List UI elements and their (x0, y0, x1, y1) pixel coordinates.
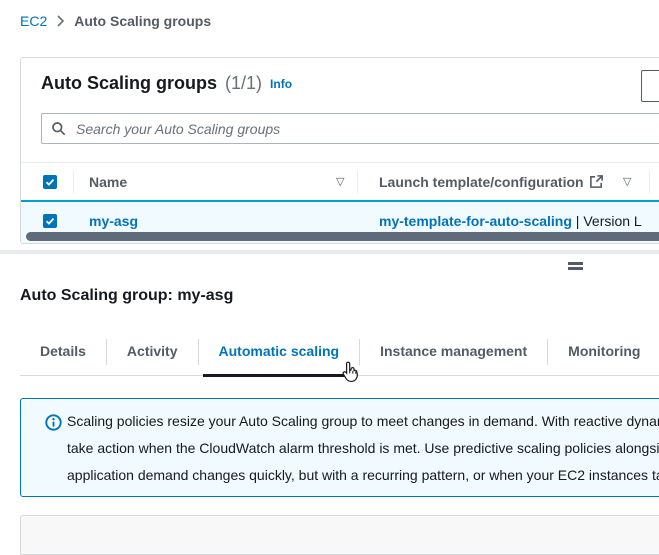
column-divider (649, 171, 650, 193)
banner-line: application demand changes quickly, but … (67, 462, 659, 489)
table-header-row: Name ▽ Launch template/configuration ▽ (21, 162, 659, 201)
banner-line: Scaling policies resize your Auto Scalin… (67, 408, 659, 435)
info-icon (45, 414, 62, 434)
row-checkbox[interactable] (43, 214, 57, 228)
breadcrumb-ec2-link[interactable]: EC2 (20, 13, 47, 29)
split-panel-divider[interactable] (0, 250, 659, 254)
asg-name-link[interactable]: my-asg (89, 213, 138, 229)
panel-title: Auto Scaling groups (41, 73, 217, 94)
panel-count: (1/1) (225, 73, 262, 94)
banner-text: Scaling policies resize your Auto Scalin… (67, 408, 659, 489)
tab-instance-management[interactable]: Instance management (360, 329, 547, 375)
column-divider (73, 171, 74, 193)
column-divider (357, 171, 358, 193)
column-header-name: Name (89, 174, 127, 190)
policies-card-header (20, 515, 659, 555)
select-all-checkbox[interactable] (43, 175, 57, 189)
sort-icon-name[interactable]: ▽ (336, 175, 344, 188)
sort-icon-launch-template[interactable]: ▽ (623, 175, 631, 188)
split-panel-drag-handle-icon[interactable] (568, 262, 583, 272)
horizontal-scrollbar[interactable] (26, 232, 659, 241)
check-icon (45, 177, 55, 187)
search-input[interactable] (74, 120, 659, 138)
chevron-right-icon (56, 15, 65, 27)
banner-line: take action when the CloudWatch alarm th… (67, 435, 659, 462)
breadcrumb-current: Auto Scaling groups (74, 13, 211, 29)
hand-pointer-cursor-icon (341, 360, 362, 386)
tab-strip: Details Activity Automatic scaling Insta… (20, 329, 659, 376)
breadcrumb: EC2 Auto Scaling groups (20, 13, 211, 29)
column-header-launch-template: Launch template/configuration (379, 174, 584, 190)
scaling-info-banner: Scaling policies resize your Auto Scalin… (20, 398, 659, 497)
check-icon (45, 216, 55, 226)
search-icon (51, 121, 66, 136)
external-link-icon[interactable] (589, 174, 604, 192)
refresh-button[interactable] (641, 70, 659, 102)
launch-template-version: | Version L (572, 213, 642, 229)
tab-activity[interactable]: Activity (107, 329, 198, 375)
search-box (41, 113, 659, 144)
tab-details[interactable]: Details (20, 329, 106, 375)
info-link[interactable]: Info (270, 77, 292, 91)
launch-template-link[interactable]: my-template-for-auto-scaling (379, 213, 572, 229)
tab-monitoring[interactable]: Monitoring (548, 329, 659, 375)
split-panel-heading: Auto Scaling group: my-asg (20, 287, 233, 305)
asg-list-panel: Auto Scaling groups (1/1) Info Name ▽ La… (20, 57, 659, 244)
tab-automatic-scaling[interactable]: Automatic scaling (199, 329, 360, 375)
